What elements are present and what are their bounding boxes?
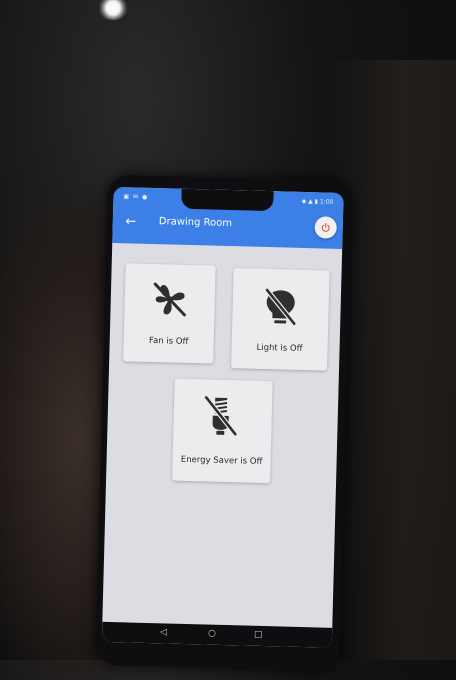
background-room <box>330 60 456 660</box>
fan-status-label: Fan is Off <box>124 335 214 347</box>
camera-notch <box>181 189 273 211</box>
light-card[interactable]: Light is Off <box>231 268 330 370</box>
status-bar-left: ▣ ✉ ● <box>123 193 148 201</box>
nav-back-icon[interactable]: ◁ <box>160 627 167 637</box>
energy-saver-card[interactable]: Energy Saver is Off <box>172 379 273 484</box>
system-nav-bar: ◁ ○ □ <box>102 622 332 648</box>
bulb-off-icon <box>260 285 301 328</box>
ceiling-light <box>98 0 128 20</box>
phone-screen: ▣ ✉ ● ◆ ▲ ▮ 1:00 ← Drawing Room <box>102 187 344 648</box>
page-title: Drawing Room <box>159 216 233 229</box>
energy-saver-status-label: Energy Saver is Off <box>172 455 270 468</box>
status-bar-right: ◆ ▲ ▮ 1:00 <box>302 198 334 206</box>
power-icon <box>321 222 331 232</box>
fan-off-icon <box>148 278 191 321</box>
fan-card[interactable]: Fan is Off <box>123 263 216 363</box>
phone-device: ▣ ✉ ● ◆ ▲ ▮ 1:00 ← Drawing Room <box>95 175 352 671</box>
light-status-label: Light is Off <box>231 342 327 355</box>
nav-home-icon[interactable]: ○ <box>208 629 216 639</box>
energy-saver-off-icon <box>200 393 241 440</box>
arrow-left-icon[interactable]: ← <box>121 213 141 232</box>
nav-recents-icon[interactable]: □ <box>254 630 263 640</box>
power-button[interactable] <box>314 216 337 239</box>
